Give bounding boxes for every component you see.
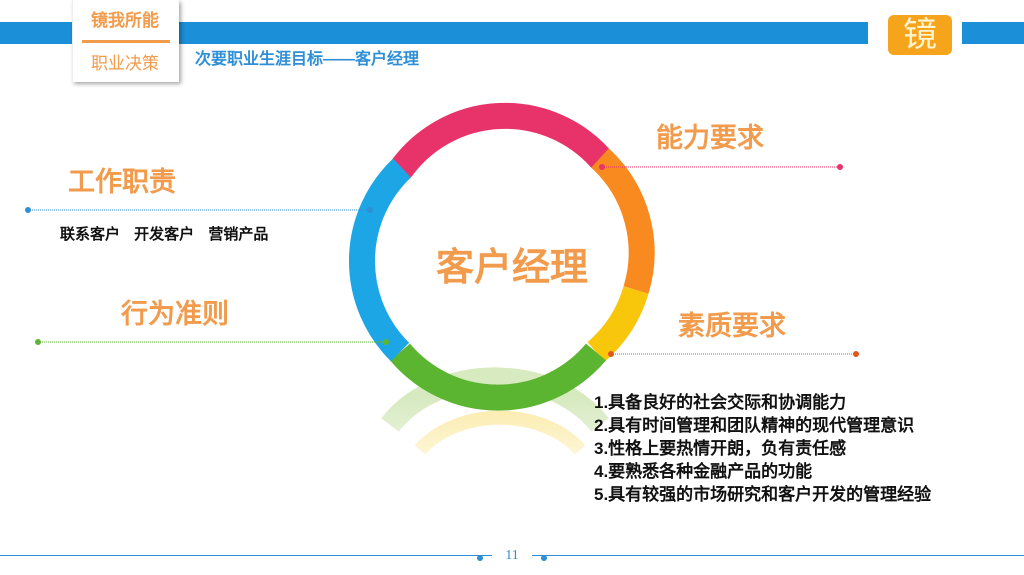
duties-title: 工作职责 (68, 167, 176, 197)
quality-item: 1.具备良好的社会交际和协调能力 (594, 393, 847, 412)
quality-item: 4.要熟悉各种金融产品的功能 (594, 462, 813, 481)
ability-title: 能力要求 (656, 123, 764, 153)
center-title: 客户经理 (435, 247, 588, 289)
quality-item: 5.具有较强的市场研究和客户开发的管理经验 (594, 485, 932, 504)
connector-duties (25, 207, 373, 213)
connector-conduct (35, 339, 389, 345)
quality-item: 3.性格上要热情开朗，负有责任感 (594, 439, 847, 458)
quality-list: 1.具备良好的社会交际和协调能力 2.具有时间管理和团队精神的现代管理意识 3.… (594, 391, 931, 506)
page-number: 11 (492, 548, 532, 568)
quality-item: 2.具有时间管理和团队精神的现代管理意识 (594, 416, 915, 435)
duties-items: 联系客户 开发客户 营销产品 (60, 226, 269, 243)
connector-ability (599, 164, 843, 170)
footer-dot-right (541, 555, 547, 561)
quality-title: 素质要求 (678, 311, 786, 341)
footer-dot-left (477, 555, 483, 561)
conduct-title: 行为准则 (121, 299, 229, 329)
connector-quality (608, 351, 859, 357)
ring-segment-blue (348, 158, 412, 362)
